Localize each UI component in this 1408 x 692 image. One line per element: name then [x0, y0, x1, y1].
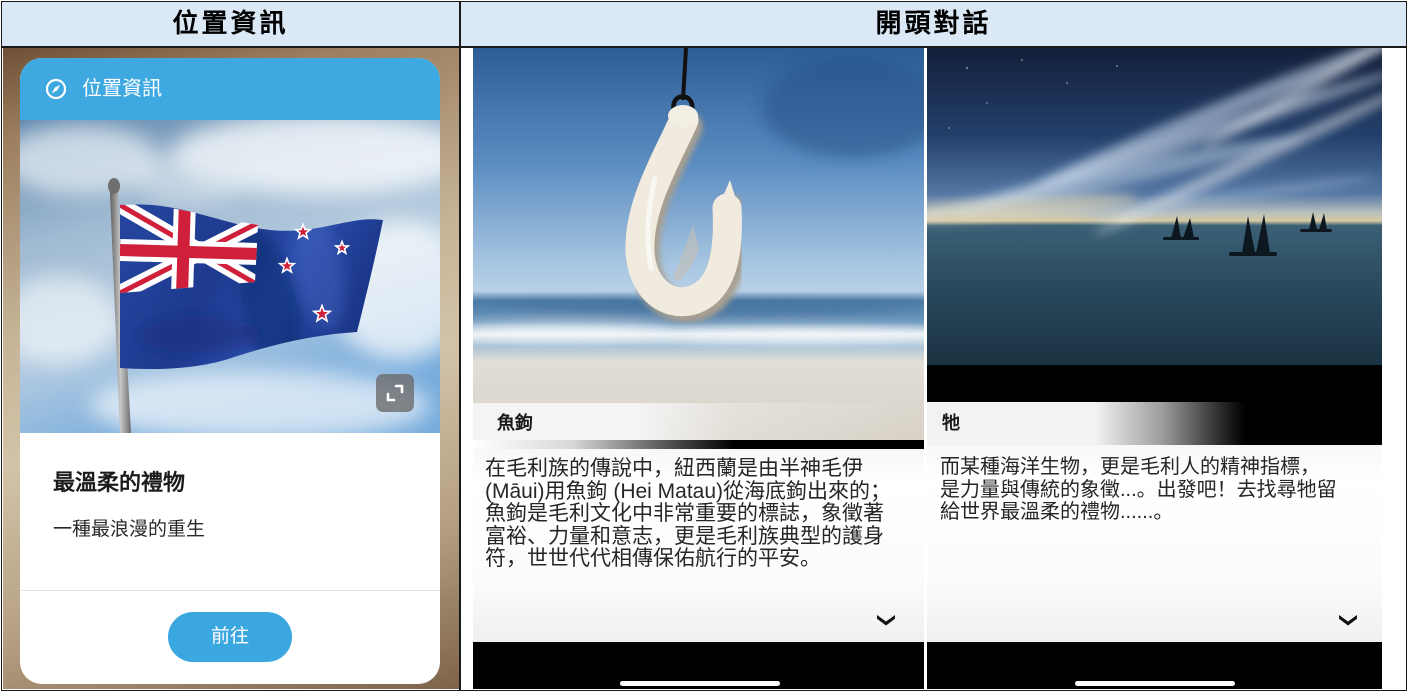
document-page: 位置資訊 開頭對話 位置資訊 最溫柔的禮物 一種最浪漫的重生 前往 魚鉤 在毛利… — [0, 0, 1408, 692]
table-border — [1, 1, 1407, 691]
